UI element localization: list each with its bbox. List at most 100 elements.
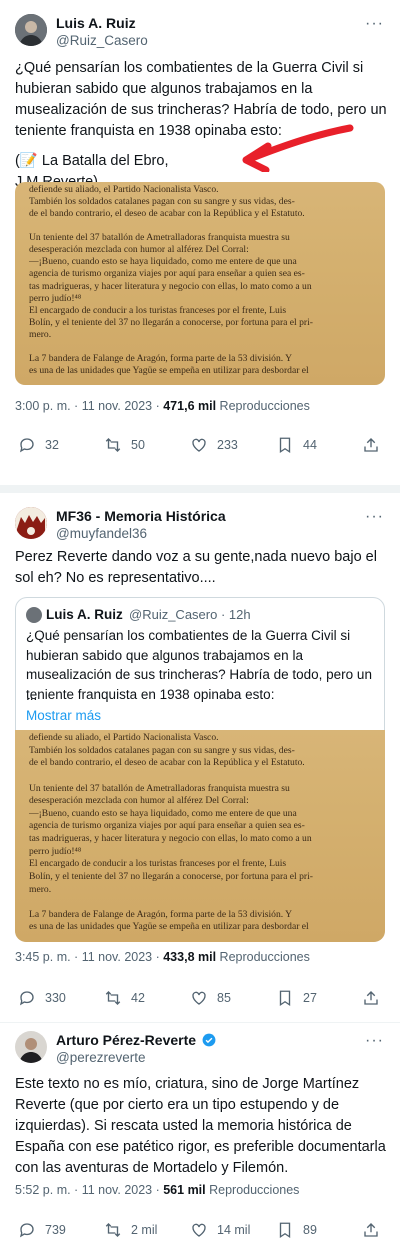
retweet-count: 2 mil bbox=[131, 1223, 158, 1237]
book-page-line: de el bando contrario, el deseo de acaba… bbox=[29, 757, 305, 769]
book-page-line: Bolín, y el teniente del 37 no llegarán … bbox=[29, 316, 313, 328]
book-page-line: es una de las unidades que Yagüe se empe… bbox=[29, 921, 309, 933]
bookmark-icon bbox=[279, 437, 291, 454]
book-page-line: —¡Bueno, cuando esto se haya liquidado, … bbox=[29, 807, 297, 819]
reply-count: 739 bbox=[45, 1223, 66, 1237]
book-page-line: desesperación mezclada con humor al alfé… bbox=[29, 795, 249, 807]
share-button[interactable] bbox=[362, 435, 380, 455]
tweet-meta: 3:00 p. m. · 11 nov. 2023 · 471,6 mil Re… bbox=[15, 397, 310, 415]
retweet-icon bbox=[105, 991, 121, 1005]
share-button[interactable] bbox=[362, 988, 380, 1008]
tweet-3: Arturo Pérez-Reverte @perezreverte ··· E… bbox=[0, 1023, 400, 1258]
bookmark-button[interactable]: 44 bbox=[276, 435, 317, 455]
author-name[interactable]: Arturo Pérez-Reverte bbox=[56, 1031, 216, 1049]
like-button[interactable]: 14 mil bbox=[190, 1220, 250, 1240]
book-page-image: defiende su aliado, el Partido Nacionali… bbox=[15, 730, 385, 942]
timestamp[interactable]: 3:00 p. m. · 11 nov. 2023 · bbox=[15, 399, 163, 413]
retweet-button[interactable]: 50 bbox=[104, 435, 145, 455]
avatar[interactable] bbox=[15, 14, 47, 46]
book-page-line: es una de las unidades que Yagüe se empe… bbox=[29, 364, 309, 376]
book-page-line: mero. bbox=[29, 883, 52, 895]
author-handle[interactable]: @perezreverte bbox=[56, 1049, 146, 1067]
retweet-count: 50 bbox=[131, 438, 145, 452]
like-button[interactable]: 85 bbox=[190, 988, 231, 1008]
tweet-text: Este texto no es mío, criatura, sino de … bbox=[15, 1076, 390, 1176]
tweet-1: Luis A. Ruiz @Ruiz_Casero ··· ¿Qué pensa… bbox=[0, 0, 400, 490]
like-count: 85 bbox=[217, 991, 231, 1005]
book-page-image[interactable]: defiende su aliado, el Partido Nacionali… bbox=[15, 182, 385, 385]
timestamp[interactable]: 3:45 p. m. · 11 nov. 2023 · bbox=[15, 950, 163, 964]
avatar[interactable] bbox=[15, 1031, 47, 1063]
like-count: 14 mil bbox=[217, 1223, 251, 1237]
reply-icon bbox=[19, 438, 34, 453]
bookmark-icon bbox=[279, 1222, 291, 1239]
red-arrow-annotation bbox=[242, 124, 354, 172]
tweet-meta: 3:45 p. m. · 11 nov. 2023 · 433,8 mil Re… bbox=[15, 948, 310, 966]
timestamp[interactable]: 5:52 p. m. · 11 nov. 2023 · bbox=[15, 1183, 163, 1197]
quote-ellipsis: ... bbox=[26, 688, 38, 703]
bookmark-button[interactable]: 27 bbox=[276, 988, 317, 1008]
book-page-line: —¡Bueno, cuando esto se haya liquidado, … bbox=[29, 256, 297, 268]
book-page-line: tas madrigueras, y hacer literatura y ne… bbox=[29, 280, 312, 292]
share-icon bbox=[364, 991, 378, 1005]
book-page-line: La 7 bandera de Falange de Aragón, forma… bbox=[29, 352, 293, 364]
book-page-line: desesperación mezclada con humor al alfé… bbox=[29, 244, 249, 256]
book-page-line: El encargado de conducir a los turistas … bbox=[29, 304, 287, 316]
reply-button[interactable]: 739 bbox=[18, 1220, 66, 1240]
book-page-line: El encargado de conducir a los turistas … bbox=[29, 858, 287, 870]
quote-author-name: Luis A. Ruiz bbox=[46, 607, 123, 622]
author-name-text: Arturo Pérez-Reverte bbox=[56, 1032, 197, 1048]
action-bar: 739 2 mil 14 mil 89 bbox=[0, 1220, 400, 1240]
tweet-text: Perez Reverte dando voz a su gente,nada … bbox=[15, 549, 381, 586]
reply-count: 32 bbox=[45, 438, 59, 452]
more-icon[interactable]: ··· bbox=[365, 1033, 384, 1049]
retweet-count: 42 bbox=[131, 991, 145, 1005]
show-more-link[interactable]: Mostrar más bbox=[26, 706, 101, 726]
like-button[interactable]: 233 bbox=[190, 435, 238, 455]
book-page-line: La 7 bandera de Falange de Aragón, forma… bbox=[29, 908, 293, 920]
book-page-line: mero. bbox=[29, 328, 52, 340]
bookmark-count: 27 bbox=[303, 991, 317, 1005]
like-icon bbox=[192, 438, 206, 452]
retweet-button[interactable]: 2 mil bbox=[104, 1220, 157, 1240]
book-page-line: También los soldados catalanes pagan con… bbox=[29, 196, 295, 208]
bookmark-count: 89 bbox=[303, 1223, 317, 1237]
views-label: Reproducciones bbox=[205, 1183, 300, 1197]
views-label: Reproducciones bbox=[216, 950, 310, 964]
reply-button[interactable]: 330 bbox=[18, 988, 66, 1008]
action-bar: 330 42 85 27 bbox=[0, 988, 400, 1008]
book-page-line: perro judío!⁴⁸ bbox=[29, 292, 82, 304]
reply-icon bbox=[19, 1223, 34, 1238]
like-icon bbox=[192, 991, 206, 1005]
quote-text: ¿Qué pensarían los combatientes de la Gu… bbox=[26, 628, 372, 702]
book-page-line: tas madrigueras, y hacer literatura y ne… bbox=[29, 833, 312, 844]
bookmark-count: 44 bbox=[303, 438, 317, 452]
share-icon bbox=[364, 1223, 378, 1237]
action-bar: 32 50 233 44 bbox=[0, 435, 400, 455]
author-handle[interactable]: @Ruiz_Casero bbox=[56, 32, 148, 50]
book-page-line: defiende su aliado, el Partido Nacionali… bbox=[29, 184, 219, 195]
like-count: 233 bbox=[217, 438, 238, 452]
author-handle[interactable]: @muyfandel36 bbox=[56, 525, 147, 543]
tweet-separator bbox=[0, 485, 400, 493]
bookmark-button[interactable]: 89 bbox=[276, 1220, 317, 1240]
more-icon[interactable]: ··· bbox=[365, 509, 384, 525]
quote-author-handle: @Ruiz_Casero · 12h bbox=[129, 607, 251, 622]
reply-icon bbox=[19, 991, 34, 1006]
book-page-line: Bolín, y el teniente del 37 no llegarán … bbox=[29, 870, 313, 882]
book-page-line: Un teniente del 37 batallón de Ametralla… bbox=[29, 232, 290, 244]
book-page-line: defiende su aliado, el Partido Nacionali… bbox=[29, 732, 219, 743]
author-name[interactable]: MF36 - Memoria Histórica bbox=[56, 507, 226, 525]
reply-count: 330 bbox=[45, 991, 66, 1005]
reply-button[interactable]: 32 bbox=[18, 435, 59, 455]
retweet-button[interactable]: 42 bbox=[104, 988, 145, 1008]
tweet-2: MF36 - Memoria Histórica @muyfandel36 ··… bbox=[0, 493, 400, 1023]
quoted-tweet[interactable]: Luis A. Ruiz @Ruiz_Casero · 12h ¿Qué pen… bbox=[15, 597, 385, 942]
share-button[interactable] bbox=[362, 1220, 380, 1240]
retweet-icon bbox=[105, 1223, 121, 1237]
book-page-line: agencia de turismo organiza viajes por a… bbox=[29, 820, 305, 832]
more-icon[interactable]: ··· bbox=[365, 16, 384, 32]
author-name[interactable]: Luis A. Ruiz bbox=[56, 14, 136, 32]
tweet-meta: 5:52 p. m. · 11 nov. 2023 · 561 mil Repr… bbox=[15, 1181, 299, 1199]
avatar[interactable] bbox=[15, 507, 47, 539]
